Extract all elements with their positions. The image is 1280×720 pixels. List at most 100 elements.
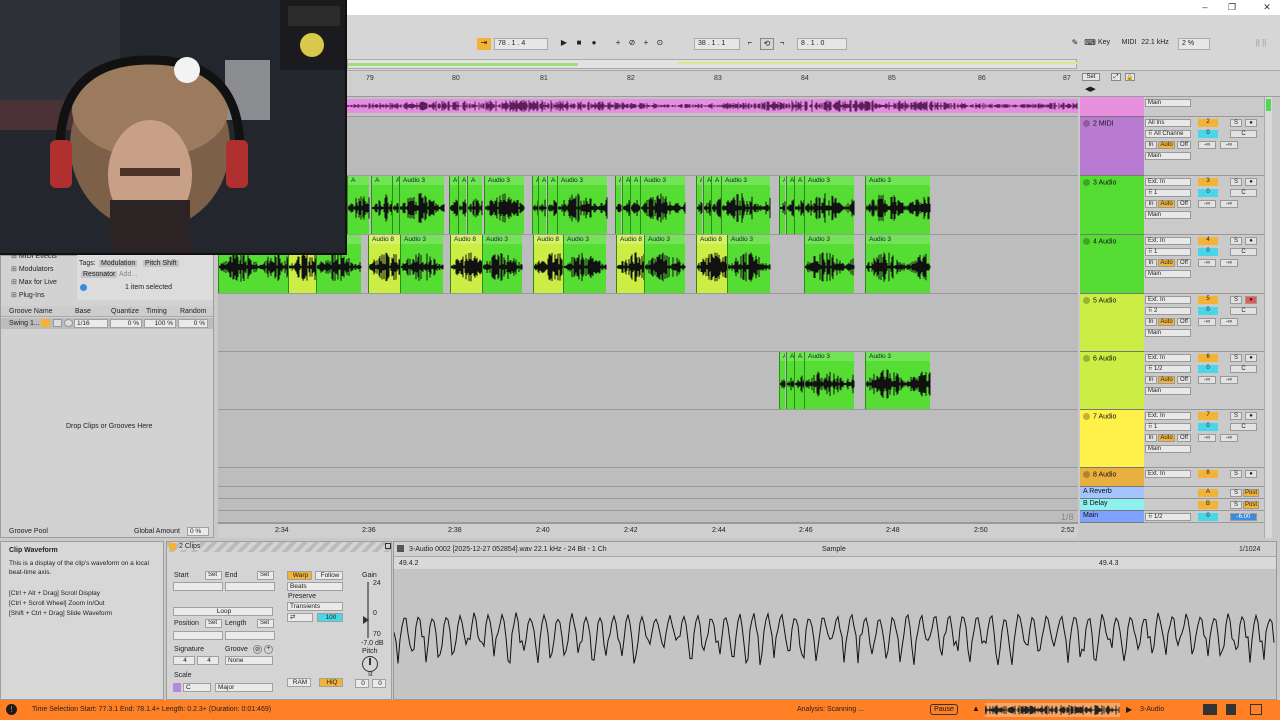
- pan-field[interactable]: C: [1230, 307, 1257, 315]
- minimize-icon[interactable]: –: [1195, 2, 1215, 12]
- audio-clip[interactable]: A: [779, 176, 786, 234]
- solo-button[interactable]: S: [1230, 489, 1242, 497]
- send-b[interactable]: -∞: [1220, 376, 1238, 384]
- groove-timing[interactable]: 100 %: [144, 319, 176, 328]
- overdub-icons[interactable]: + ⊘ + ⊙: [611, 38, 671, 50]
- track-header[interactable]: 2 MIDI: [1080, 117, 1144, 176]
- midi-clip[interactable]: [347, 99, 1078, 113]
- monitor-auto-button[interactable]: Auto: [1158, 200, 1175, 208]
- send-b[interactable]: -∞: [1220, 200, 1238, 208]
- computer-keyboard-icon[interactable]: ⌨: [1084, 38, 1096, 50]
- info-icon[interactable]: !: [6, 704, 17, 715]
- fold-icon[interactable]: [1083, 297, 1090, 304]
- audio-clip[interactable]: A: [392, 176, 400, 234]
- audio-clip[interactable]: Audio 3: [482, 235, 523, 293]
- monitor-off-button[interactable]: Off: [1177, 434, 1191, 442]
- groove-base[interactable]: 1/16: [74, 319, 108, 328]
- fold-icon[interactable]: [1083, 120, 1090, 127]
- commit-icon[interactable]: [64, 319, 73, 327]
- send-a[interactable]: -∞: [1198, 376, 1216, 384]
- audio-clip[interactable]: Audio 3: [563, 235, 607, 293]
- sample-waveform[interactable]: [394, 569, 1276, 699]
- monitor-off-button[interactable]: Off: [1177, 318, 1191, 326]
- volume-field[interactable]: 0: [1198, 307, 1218, 315]
- browser-item[interactable]: ⊞ Plug-Ins: [11, 291, 45, 299]
- monitor-off-button[interactable]: Off: [1177, 141, 1191, 149]
- input-type-select[interactable]: Ext. In: [1145, 470, 1191, 478]
- hot-swap-icon[interactable]: [41, 319, 50, 327]
- fold-icon[interactable]: [1083, 355, 1090, 362]
- pan-field[interactable]: C: [1230, 423, 1257, 431]
- groove-select[interactable]: None: [225, 656, 273, 665]
- return-track-header[interactable]: A Reverb: [1080, 487, 1144, 499]
- monitor-off-button[interactable]: Off: [1177, 259, 1191, 267]
- solo-button[interactable]: S: [1230, 354, 1242, 362]
- track-header[interactable]: 8 Audio: [1080, 468, 1144, 487]
- audio-clip[interactable]: A: [696, 176, 703, 234]
- output-select[interactable]: Main: [1145, 270, 1191, 278]
- send-a[interactable]: -∞: [1198, 141, 1216, 149]
- send-b[interactable]: -∞: [1220, 141, 1238, 149]
- beat-time-ruler[interactable]: 79 80 81 82 83 84 85 86 87: [347, 71, 1077, 97]
- audio-clip[interactable]: Audio 3: [484, 176, 525, 234]
- send-b[interactable]: -∞: [1220, 259, 1238, 267]
- browser-item[interactable]: ⊞ Max for Live: [11, 278, 57, 286]
- length-set-button[interactable]: Set: [257, 619, 274, 628]
- pitch-coarse[interactable]: 0: [355, 679, 369, 688]
- audio-clip[interactable]: A: [703, 176, 712, 234]
- monitor-auto-button[interactable]: Auto: [1158, 376, 1175, 384]
- main-output-select[interactable]: ⠿ 1/2: [1145, 513, 1191, 521]
- audio-clip[interactable]: Audio 3: [399, 176, 445, 234]
- input-channel-select[interactable]: ⠿ 2: [1145, 307, 1191, 315]
- tag-chip[interactable]: Pitch Shift: [143, 260, 179, 267]
- track-header[interactable]: 7 Audio: [1080, 410, 1144, 468]
- audio-clip[interactable]: Audio 8: [368, 235, 401, 293]
- track-activator[interactable]: 6: [1198, 354, 1218, 362]
- monitor-in-button[interactable]: In: [1145, 318, 1157, 326]
- pause-button[interactable]: Pause: [930, 704, 958, 715]
- loop-mode-select[interactable]: ⇄: [287, 613, 313, 622]
- sample-tab[interactable]: Sample: [822, 546, 846, 553]
- input-type-select[interactable]: Ext. In: [1145, 412, 1191, 420]
- audio-clip[interactable]: A: [615, 176, 622, 234]
- audio-clip[interactable]: Audio 3: [865, 235, 931, 293]
- arm-button[interactable]: ●: [1245, 237, 1257, 245]
- expand-icon[interactable]: ⤢: [1111, 73, 1121, 81]
- audio-clip[interactable]: A: [467, 176, 483, 234]
- solo-button[interactable]: S: [1230, 119, 1242, 127]
- audio-clip[interactable]: A: [630, 176, 641, 234]
- audio-clip[interactable]: Audio 3: [865, 176, 931, 234]
- volume-field[interactable]: 0: [1198, 189, 1218, 197]
- restore-icon[interactable]: ❐: [1222, 2, 1242, 13]
- track-header[interactable]: 6 Audio: [1080, 352, 1144, 410]
- solo-button[interactable]: S: [1230, 501, 1242, 509]
- punch-in-icon[interactable]: ⌐: [744, 38, 756, 50]
- audio-clip[interactable]: Audio 8: [696, 235, 728, 293]
- solo-button[interactable]: S: [1230, 237, 1242, 245]
- time-ruler[interactable]: 1/8 2:34 2:36 2:38 2:40 2:42 2:44 2:46 2:48 2:50…: [218, 512, 1078, 538]
- groove-commit-icon[interactable]: +: [264, 645, 273, 654]
- volume-field[interactable]: 0: [1198, 365, 1218, 373]
- arm-button[interactable]: ●: [1245, 178, 1257, 186]
- main-pan[interactable]: -6.00: [1230, 513, 1257, 521]
- groove-quantize[interactable]: 0 %: [110, 319, 142, 328]
- output-select[interactable]: Main: [1145, 329, 1191, 337]
- track-activator[interactable]: 7: [1198, 412, 1218, 420]
- arm-button[interactable]: ●: [1245, 354, 1257, 362]
- audio-clip[interactable]: Audio 8: [616, 235, 645, 293]
- output-select[interactable]: Main: [1145, 211, 1191, 219]
- audio-clip[interactable]: Audio 3: [804, 235, 855, 293]
- preserve-select[interactable]: Transients: [287, 602, 343, 611]
- audio-clip[interactable]: Audio 3: [721, 176, 771, 234]
- browser-item[interactable]: ⊞ Modulators: [11, 265, 53, 273]
- signature-denominator[interactable]: 4: [197, 656, 219, 665]
- midi-map-button[interactable]: MIDI: [1119, 38, 1139, 50]
- arm-button[interactable]: ●: [1245, 119, 1257, 127]
- send-a[interactable]: -∞: [1198, 434, 1216, 442]
- input-type-select[interactable]: All Ins: [1145, 119, 1191, 127]
- arm-button[interactable]: ●: [1245, 296, 1257, 304]
- ram-button[interactable]: RAM: [287, 678, 311, 687]
- send-b[interactable]: -∞: [1220, 318, 1238, 326]
- monitor-off-button[interactable]: Off: [1177, 376, 1191, 384]
- solo-button[interactable]: S: [1230, 412, 1242, 420]
